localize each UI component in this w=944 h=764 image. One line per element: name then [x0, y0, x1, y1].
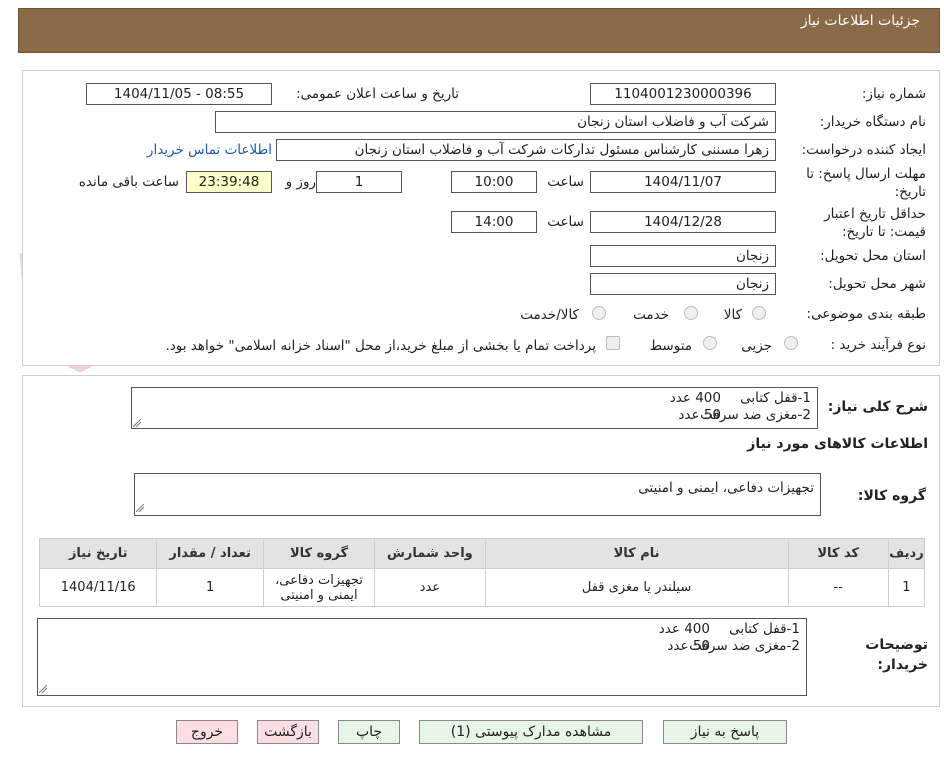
cell-qty: 1: [156, 568, 264, 607]
page-title: جزئیات اطلاعات نیاز: [800, 13, 920, 29]
requester-label: ایجاد کننده درخواست:: [801, 142, 926, 158]
announce-datetime-field[interactable]: 1404/11/05 - 08:55: [86, 83, 272, 105]
buyer-notes-label: توضیحات: [865, 637, 928, 653]
back-button[interactable]: بازگشت: [257, 720, 319, 744]
category-goods-radio[interactable]: [752, 306, 766, 320]
days-label: روز و: [285, 174, 316, 190]
col-code: کد کالا: [787, 538, 889, 569]
cell-date: 1404/11/16: [38, 568, 158, 607]
col-unit: واحد شمارش: [374, 538, 486, 569]
resize-grip-icon[interactable]: [39, 685, 47, 693]
announce-datetime-label: تاریخ و ساعت اعلان عمومی:: [296, 86, 459, 102]
reply-button[interactable]: پاسخ به نیاز: [663, 720, 787, 744]
summary-line-1: 1-قفل کتابی 400 عدد: [669, 390, 811, 406]
validity-time-field[interactable]: 14:00: [451, 211, 537, 233]
delivery-city-label: شهر محل تحویل:: [828, 276, 926, 292]
col-group: گروه کالا: [262, 538, 376, 569]
need-number-field[interactable]: 1104001230000396: [590, 83, 776, 105]
cell-name: سیلندر یا مغزی قفل: [484, 568, 789, 607]
purchase-medium-label: متوسط: [649, 338, 692, 354]
goods-group-textarea[interactable]: تجهیزات دفاعی، ایمنی و امنیتی: [134, 473, 821, 516]
cell-group: تجهیزات دفاعی، ایمنی و امنیتی: [262, 568, 376, 607]
purchase-minor-radio[interactable]: [784, 336, 798, 350]
purchase-type-label: نوع فرآیند خرید :: [830, 337, 926, 353]
cell-row: 1: [887, 568, 926, 607]
buyer-notes-textarea[interactable]: 1-قفل کتابی 400 عدد 2-مغزی ضد سرقت 50 عدد: [37, 618, 807, 696]
buyer-notes-label-2: خریدار:: [877, 657, 928, 673]
resize-grip-icon[interactable]: [133, 419, 141, 427]
delivery-province-label: استان محل تحویل:: [820, 248, 926, 264]
resize-grip-icon[interactable]: [136, 504, 144, 512]
summary-label: شرح کلی نیاز:: [827, 399, 928, 415]
items-table: ردیف کد کالا نام کالا واحد شمارش گروه کا…: [38, 538, 926, 607]
goods-section-title: اطلاعات کالاهای مورد نیاز: [747, 436, 928, 452]
summary-textarea[interactable]: 1-قفل کتابی 400 عدد 2-مغزی ضد سرقت 50 عدد: [131, 387, 818, 429]
buyer-contact-link[interactable]: اطلاعات تماس خریدار: [147, 142, 272, 158]
col-qty: تعداد / مقدار: [156, 538, 264, 569]
delivery-city-field[interactable]: زنجان: [590, 273, 776, 295]
attachments-button[interactable]: مشاهده مدارک پیوستی (1): [419, 720, 643, 744]
category-goods-service-radio[interactable]: [592, 306, 606, 320]
remaining-time-field: 23:39:48: [186, 171, 272, 193]
purchase-medium-radio[interactable]: [703, 336, 717, 350]
reply-time-field[interactable]: 10:00: [451, 171, 537, 193]
validity-time-label: ساعت: [547, 214, 584, 230]
col-name: نام کالا: [484, 538, 789, 569]
requester-field[interactable]: زهرا مسننی کارشناس مسئول تدارکات شرکت آب…: [276, 139, 776, 161]
category-goods-service-label: کالا/خدمت: [520, 307, 579, 323]
cell-unit: عدد: [374, 568, 486, 607]
reply-deadline-label: مهلت ارسال پاسخ: تا: [806, 166, 926, 182]
col-row: ردیف: [887, 538, 926, 569]
summary-line-2: 2-مغزی ضد سرقت 50 عدد: [678, 407, 811, 423]
reply-days-field[interactable]: 1: [316, 171, 402, 193]
col-date: تاریخ نیاز: [38, 538, 158, 569]
category-service-radio[interactable]: [684, 306, 698, 320]
table-header-row: ردیف کد کالا نام کالا واحد شمارش گروه کا…: [38, 538, 926, 569]
delivery-province-field[interactable]: زنجان: [590, 245, 776, 267]
goods-group-label: گروه کالا:: [857, 488, 926, 504]
print-button[interactable]: چاپ: [338, 720, 400, 744]
reply-time-label: ساعت: [547, 174, 584, 190]
table-row: 1 -- سیلندر یا مغزی قفل عدد تجهیزات دفاع…: [38, 568, 926, 607]
notes-line-1: 1-قفل کتابی 400 عدد: [658, 621, 800, 637]
category-goods-label: کالا: [723, 307, 742, 323]
treasury-note: پرداخت تمام یا بخشی از مبلغ خرید،از محل …: [165, 338, 596, 354]
buyer-org-field[interactable]: شرکت آب و فاضلاب استان زنجان: [215, 111, 776, 133]
exit-button[interactable]: خروج: [176, 720, 238, 744]
price-validity-label-2: قیمت: تا تاریخ:: [842, 224, 926, 240]
cell-code: --: [787, 568, 889, 607]
remaining-label: ساعت باقی مانده: [78, 174, 179, 190]
reply-deadline-label-2: تاریخ:: [894, 184, 926, 200]
category-service-label: خدمت: [633, 307, 669, 323]
need-number-label: شماره نیاز:: [861, 86, 926, 102]
reply-date-field[interactable]: 1404/11/07: [590, 171, 776, 193]
buyer-org-label: نام دستگاه خریدار:: [819, 114, 926, 130]
price-validity-label: حداقل تاریخ اعتبار: [824, 206, 926, 222]
validity-date-field[interactable]: 1404/12/28: [590, 211, 776, 233]
category-label: طبقه بندی موضوعی:: [806, 306, 926, 322]
treasury-checkbox[interactable]: [606, 336, 620, 350]
notes-line-2: 2-مغزی ضد سرقت 50 عدد: [667, 638, 800, 654]
purchase-minor-label: جزیی: [741, 338, 772, 354]
